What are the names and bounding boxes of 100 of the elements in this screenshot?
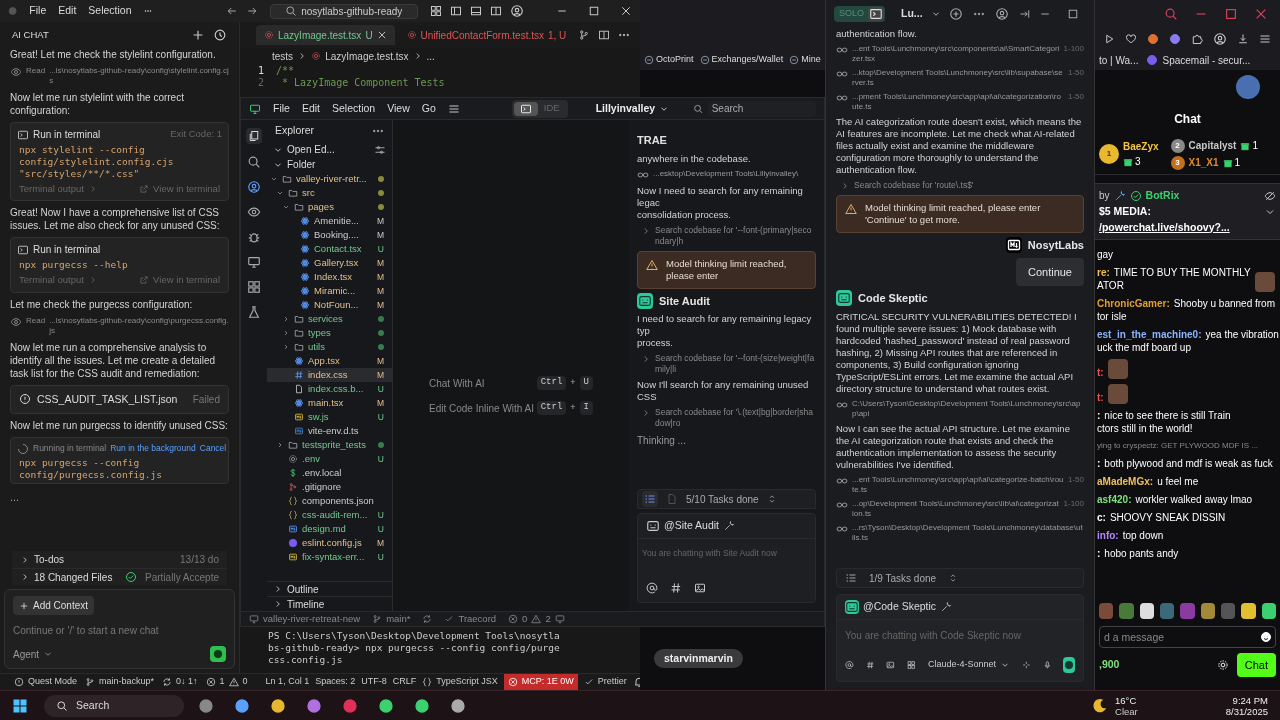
- chat-send-button[interactable]: Chat: [1236, 652, 1276, 678]
- file-tree-item[interactable]: valley-river-retr...: [267, 172, 392, 186]
- menu-icon[interactable]: [447, 102, 460, 115]
- file-name[interactable]: CSS_AUDIT_TASK_LIST.json: [37, 391, 178, 408]
- mention-icon[interactable]: [646, 582, 658, 594]
- breadcrumb-item[interactable]: ...: [426, 48, 435, 64]
- maximize-icon[interactable]: [1066, 8, 1079, 20]
- file-tree-item[interactable]: types: [267, 326, 392, 340]
- file-tree-item[interactable]: eslint.config.js M: [267, 536, 392, 550]
- app-icon[interactable]: [378, 697, 394, 714]
- file-path[interactable]: C:\Users\Tyson\Desktop\Development Tools\Lunchmoney\src\app\api: [852, 398, 1084, 419]
- hash-icon[interactable]: [670, 582, 682, 594]
- pinned-link[interactable]: /powerchat.live/shoovy?...: [1099, 219, 1276, 236]
- send-button[interactable]: [1063, 657, 1075, 673]
- taskbar-search-field[interactable]: Search: [44, 694, 184, 717]
- account-icon[interactable]: [510, 4, 524, 18]
- action-link[interactable]: Cancel: [199, 442, 227, 455]
- mention-icon[interactable]: [845, 659, 854, 671]
- sync-status[interactable]: 0↓ 1↑: [162, 675, 198, 689]
- files-icon[interactable]: [246, 128, 262, 144]
- file-tree-item[interactable]: Index.tsx M: [267, 270, 392, 284]
- back-arrow-icon[interactable]: [225, 5, 238, 17]
- section-header[interactable]: Folder: [267, 157, 392, 172]
- bookmark-link[interactable]: Mine: [789, 53, 821, 67]
- search-step[interactable]: Search codebase for '--font-(primary|secondary|h: [655, 224, 816, 247]
- file-tree-item[interactable]: vite-env.d.ts: [267, 424, 392, 438]
- app-icon[interactable]: [306, 697, 322, 714]
- file-tree-item[interactable]: .env U: [267, 452, 392, 466]
- sidebar-toggle-icon[interactable]: [450, 5, 462, 17]
- send-button[interactable]: [210, 646, 226, 662]
- file-tree-item[interactable]: testsprite_tests: [267, 438, 392, 452]
- summary-row[interactable]: To-dos 13/13 do: [12, 551, 227, 568]
- file-path[interactable]: ...ls\nosytlabs-github-ready\config\purgecss.config.js: [49, 315, 229, 336]
- file-tree-item[interactable]: NotFoun... M: [267, 298, 392, 312]
- menu-item[interactable]: Go: [421, 100, 436, 117]
- file-path[interactable]: ...ls\nosytlabs-github-ready\config\stylelint.config.cjs: [49, 66, 229, 86]
- menu-item[interactable]: View: [387, 100, 410, 117]
- file-tree-item[interactable]: fix-syntax-err... U: [267, 550, 392, 564]
- file-path[interactable]: ...pment Tools\Lunchmoney\src\app\api\ai\categorization\route.ts: [852, 92, 1064, 112]
- file-tree-item[interactable]: components.json: [267, 494, 392, 508]
- search-step[interactable]: Search codebase for '\.(text|bg|border|shadow|ro: [655, 407, 816, 429]
- task-list-icon[interactable]: [845, 572, 857, 584]
- file-tree-item[interactable]: pages: [267, 200, 392, 214]
- summary-row[interactable]: 18 Changed Files Partially Accepte: [12, 568, 227, 585]
- split-editor-icon[interactable]: [598, 29, 611, 41]
- microphone-icon[interactable]: [1042, 659, 1052, 671]
- extension-icon[interactable]: [1147, 33, 1159, 45]
- file-tree-item[interactable]: App.tsx M: [267, 354, 392, 368]
- close-icon[interactable]: [620, 5, 632, 17]
- model-dropdown[interactable]: Claude-4-Sonnet: [927, 658, 1010, 672]
- sync-icon[interactable]: [422, 614, 433, 624]
- search-field[interactable]: Search: [707, 100, 816, 117]
- search-icon[interactable]: [247, 155, 261, 169]
- file-path[interactable]: ...ent Tools\Lunchmoney\src\app\api\ai\categorize-batch\route.ts: [852, 474, 1064, 495]
- hide-icon[interactable]: [1264, 189, 1276, 202]
- file-path[interactable]: ...ent Tools\Lunchmoney\src\components\ai\SmartCategorizer.tsx: [852, 44, 1060, 64]
- file-tree-item[interactable]: main.tsx M: [267, 396, 392, 410]
- workspace-status[interactable]: valley-river-retreat-new: [249, 611, 361, 626]
- bookmark-link[interactable]: OctoPrint: [644, 53, 694, 67]
- app-icon[interactable]: [270, 697, 286, 714]
- menu-item[interactable]: File: [273, 100, 290, 117]
- profile-icon[interactable]: [1213, 32, 1227, 46]
- start-icon[interactable]: [12, 697, 28, 714]
- file-tree-item[interactable]: sw.js U: [267, 410, 392, 424]
- emote-image[interactable]: [1200, 603, 1215, 619]
- task-list-icon[interactable]: [642, 491, 658, 507]
- editor-tab[interactable]: UnifiedContactForm.test.tsx 1, U: [398, 25, 575, 45]
- puzzle-icon[interactable]: [1191, 33, 1203, 45]
- flask-icon[interactable]: [247, 305, 261, 319]
- search-step[interactable]: Search codebase for 'route\.ts$': [854, 180, 974, 191]
- project-dropdown[interactable]: Lu...: [901, 6, 941, 22]
- menu-item[interactable]: Edit: [301, 100, 320, 117]
- menu-icon[interactable]: [1259, 33, 1271, 45]
- branch-status[interactable]: main*: [372, 611, 411, 626]
- split-icon[interactable]: [490, 5, 502, 17]
- file-tree-item[interactable]: utils: [267, 340, 392, 354]
- branch-status[interactable]: main-backup*: [85, 675, 155, 689]
- compare-icon[interactable]: [578, 29, 591, 41]
- download-icon[interactable]: [1237, 33, 1249, 45]
- chat-input[interactable]: d a message: [1099, 626, 1276, 648]
- file-path[interactable]: ...ktop\Development Tools\Lunchmoney\src\lib\supabase\server.ts: [852, 68, 1064, 88]
- file-tree-item[interactable]: Booking.... M: [267, 228, 392, 242]
- extension-status[interactable]: Traecord: [444, 611, 497, 626]
- search-icon[interactable]: [1164, 7, 1178, 21]
- file-path[interactable]: ...esktop\Development Tools\Lillyinvalley\: [653, 168, 816, 179]
- heart-icon[interactable]: [1125, 33, 1137, 45]
- file-tree-item[interactable]: src: [267, 186, 392, 200]
- command-search-field[interactable]: nosytlabs-github-ready: [269, 3, 418, 19]
- menu-item[interactable]: Selection: [88, 3, 132, 19]
- image-icon[interactable]: [694, 582, 706, 594]
- eye-icon[interactable]: [247, 205, 261, 219]
- sparkle-icon[interactable]: [1021, 659, 1031, 671]
- bookmark-link[interactable]: to | Wa...: [1099, 52, 1139, 68]
- play-icon[interactable]: [1103, 33, 1115, 45]
- search-step[interactable]: Search codebase for '--font-(size|weight|family|li: [655, 353, 816, 375]
- app-icon[interactable]: [342, 697, 358, 714]
- file-tree-item[interactable]: design.md U: [267, 522, 392, 536]
- message-input[interactable]: You are chatting with Site Audit now: [642, 546, 811, 560]
- mcp-status[interactable]: MCP: 1E 0W: [503, 673, 578, 690]
- menu-item[interactable]: File: [29, 3, 47, 19]
